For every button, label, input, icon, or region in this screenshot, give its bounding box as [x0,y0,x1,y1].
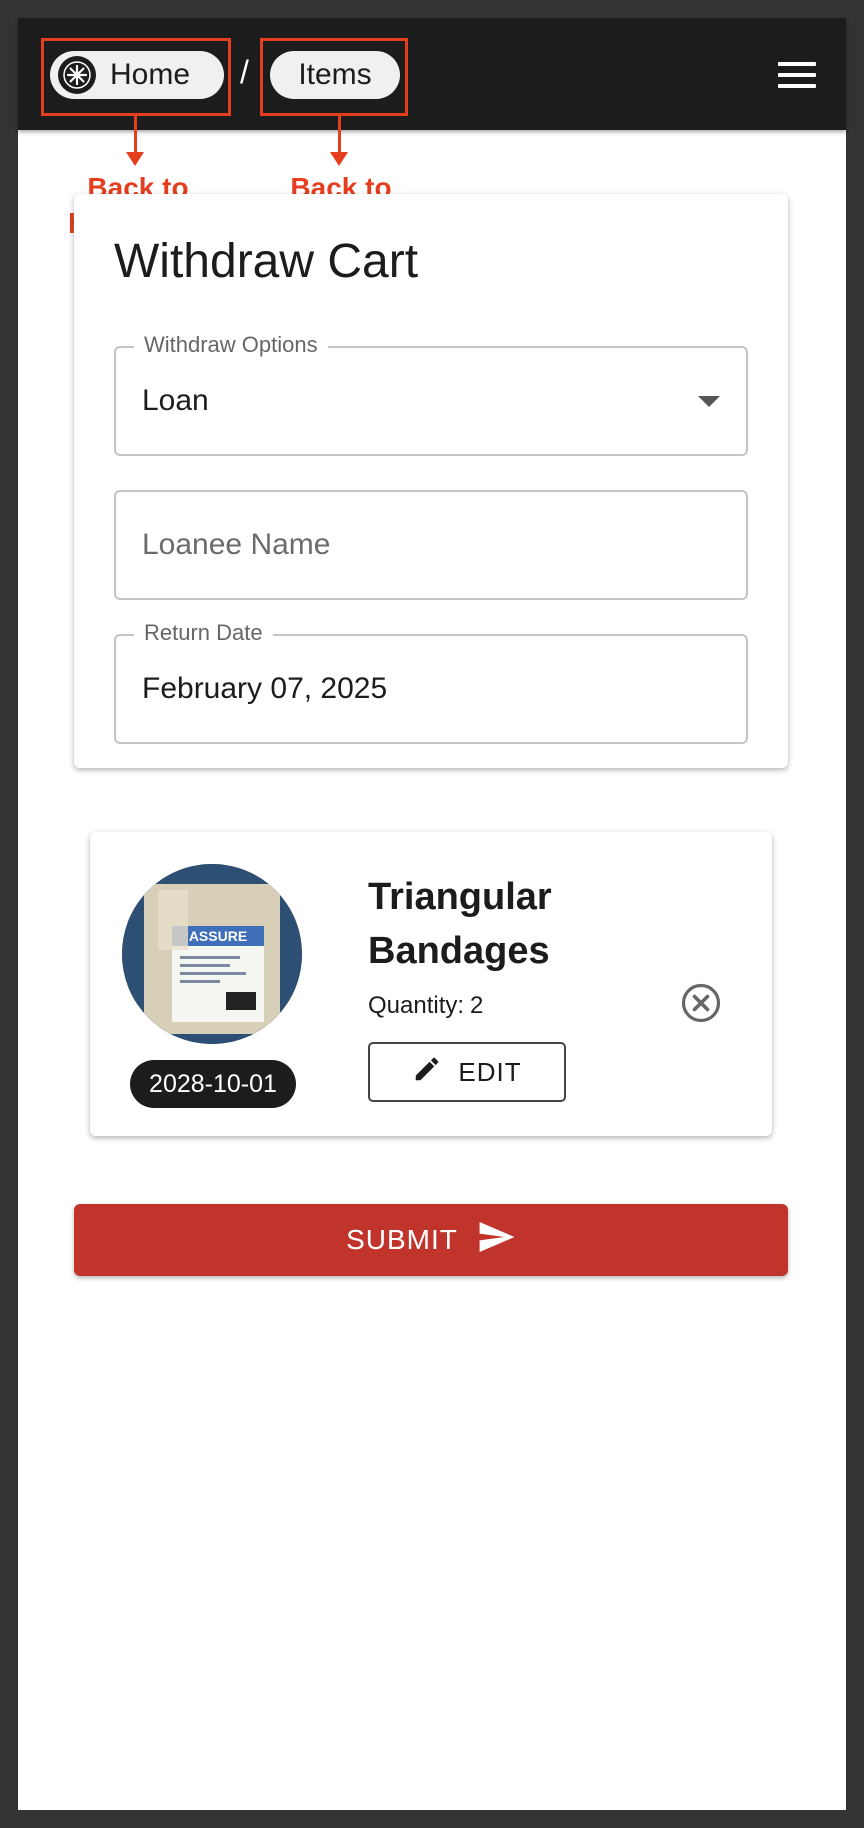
home-annotation-arrowhead [126,152,144,166]
quantity-value: 2 [470,992,484,1019]
edit-item-button[interactable]: EDIT [368,1042,566,1102]
withdraw-options-value: Loan [142,384,209,417]
return-date-value: February 07, 2025 [142,672,388,705]
hamburger-menu-icon[interactable] [778,62,816,88]
breadcrumb-separator: / [240,54,249,90]
submit-button[interactable]: SUBMIT [74,1204,788,1276]
pencil-icon [412,1054,442,1091]
home-annotation-arrow [134,116,137,154]
item-quantity: Quantity: 2 [368,992,483,1020]
items-annotation-arrowhead [330,152,348,166]
dropdown-arrow-icon [698,396,720,407]
edit-button-label: EDIT [458,1056,522,1087]
return-date-label: Return Date [134,620,273,646]
items-annotation-box [260,38,408,116]
loanee-name-placeholder: Loanee Name [142,528,331,561]
send-icon [478,1221,516,1260]
app-frame: Home / Items Back to homepage Back to it… [18,18,846,1810]
remove-item-icon[interactable] [680,982,722,1024]
home-annotation-box [41,38,231,116]
withdraw-options-label: Withdraw Options [134,332,328,358]
withdraw-options-select[interactable]: Withdraw Options Loan [114,332,748,456]
item-thumbnail: ASSURE [122,864,302,1044]
top-app-bar: Home / Items [18,18,846,130]
quantity-label: Quantity: [368,992,465,1019]
item-name: Triangular Bandages [368,876,552,972]
items-annotation-arrow [338,116,341,154]
loanee-name-input[interactable]: Loanee Name [114,490,748,600]
withdraw-form-card: Withdraw Cart Withdraw Options Loan Loan… [74,194,788,768]
item-image-brand: ASSURE [189,928,247,944]
expiry-date-badge: 2028-10-01 [130,1060,296,1108]
submit-button-label: SUBMIT [346,1224,458,1255]
cart-item-card: ASSURE 2028-10-01 Triangular Bandages Qu… [90,832,772,1136]
return-date-field[interactable]: Return Date February 07, 2025 [114,620,748,744]
page-title: Withdraw Cart [114,235,419,288]
